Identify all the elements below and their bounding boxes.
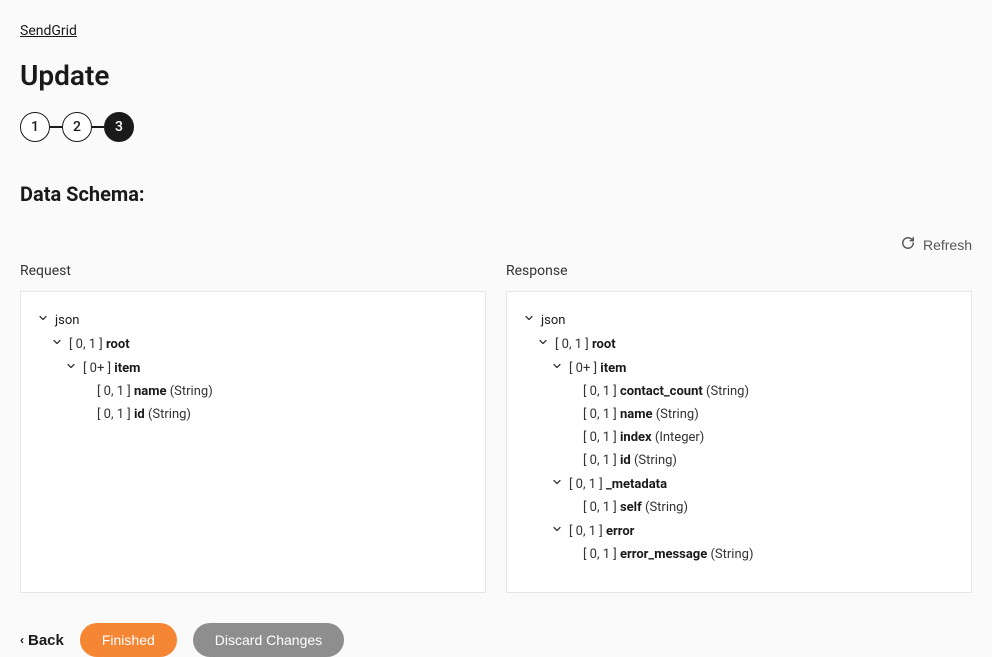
back-label: Back <box>28 632 64 649</box>
request-tree-node[interactable]: [ 0, 1 ] root <box>37 332 469 356</box>
tree-node-text: json <box>541 313 565 328</box>
field-name: index <box>620 430 652 445</box>
tree-node-text: [ 0, 1 ] error <box>569 524 634 539</box>
field-type: (String) <box>707 547 753 562</box>
tree-node-text: [ 0, 1 ] name (String) <box>97 384 213 399</box>
field-name: contact_count <box>620 384 703 399</box>
cardinality: [ 0, 1 ] <box>583 453 620 468</box>
cardinality: [ 0, 1 ] <box>583 407 620 422</box>
step-2[interactable]: 2 <box>62 112 92 142</box>
step-connector <box>50 126 62 128</box>
request-tree-node[interactable]: json <box>37 308 469 332</box>
chevron-down-icon[interactable] <box>551 523 563 539</box>
request-tree-node[interactable]: [ 0, 1 ] name (String) <box>37 380 469 403</box>
response-tree-node[interactable]: [ 0, 1 ] contact_count (String) <box>523 380 955 403</box>
chevron-left-icon: ‹ <box>20 633 24 647</box>
field-type: (String) <box>167 384 213 399</box>
step-indicator: 123 <box>20 112 972 142</box>
cardinality: [ 0, 1 ] <box>555 337 592 352</box>
cardinality: [ 0, 1 ] <box>97 384 134 399</box>
field-name: item <box>114 361 140 376</box>
response-panel: json [ 0, 1 ] root [ 0+ ] item [ 0, 1 ] con… <box>506 291 972 593</box>
cardinality: [ 0, 1 ] <box>583 430 620 445</box>
refresh-button[interactable]: Refresh <box>901 236 972 253</box>
field-name: item <box>600 361 626 376</box>
response-tree-node[interactable]: [ 0, 1 ] _metadata <box>523 472 955 496</box>
field-type: (Integer) <box>652 430 705 445</box>
step-3[interactable]: 3 <box>104 112 134 142</box>
response-tree-node[interactable]: [ 0, 1 ] id (String) <box>523 449 955 472</box>
cardinality: [ 0+ ] <box>83 361 114 376</box>
refresh-label: Refresh <box>923 237 972 253</box>
field-name: _metadata <box>606 477 667 492</box>
response-tree-node[interactable]: [ 0, 1 ] index (Integer) <box>523 426 955 449</box>
step-1[interactable]: 1 <box>20 112 50 142</box>
cardinality: [ 0, 1 ] <box>97 407 134 422</box>
tree-node-text: [ 0, 1 ] index (Integer) <box>583 430 704 445</box>
response-label: Response <box>506 263 972 279</box>
back-button[interactable]: ‹ Back <box>20 632 64 649</box>
breadcrumb-sendgrid[interactable]: SendGrid <box>20 23 77 39</box>
field-name: json <box>541 313 565 328</box>
field-name: error <box>606 524 634 539</box>
tree-node-text: [ 0, 1 ] error_message (String) <box>583 547 753 562</box>
response-tree-node[interactable]: json <box>523 308 955 332</box>
chevron-down-icon[interactable] <box>537 336 549 352</box>
response-tree-node[interactable]: [ 0, 1 ] name (String) <box>523 403 955 426</box>
field-name: name <box>134 384 167 399</box>
chevron-down-icon[interactable] <box>37 312 49 328</box>
response-tree-node[interactable]: [ 0+ ] item <box>523 356 955 380</box>
tree-node-text: [ 0, 1 ] root <box>69 337 130 352</box>
chevron-down-icon[interactable] <box>551 360 563 376</box>
response-tree-node[interactable]: [ 0, 1 ] error <box>523 519 955 543</box>
tree-node-text: [ 0, 1 ] self (String) <box>583 500 688 515</box>
field-name: root <box>592 337 616 352</box>
chevron-down-icon[interactable] <box>65 360 77 376</box>
field-name: self <box>620 500 642 515</box>
response-tree-node[interactable]: [ 0, 1 ] self (String) <box>523 496 955 519</box>
response-tree-node[interactable]: [ 0, 1 ] error_message (String) <box>523 543 955 566</box>
request-tree-node[interactable]: [ 0, 1 ] id (String) <box>37 403 469 426</box>
field-name: id <box>134 407 145 422</box>
field-name: name <box>620 407 653 422</box>
chevron-down-icon[interactable] <box>551 476 563 492</box>
field-name: id <box>620 453 631 468</box>
page-title: Update <box>20 59 972 92</box>
chevron-down-icon[interactable] <box>51 336 63 352</box>
field-type: (String) <box>631 453 677 468</box>
cardinality: [ 0, 1 ] <box>569 524 606 539</box>
tree-node-text: [ 0+ ] item <box>569 361 626 376</box>
cardinality: [ 0, 1 ] <box>583 547 620 562</box>
field-name: error_message <box>620 547 707 562</box>
cardinality: [ 0+ ] <box>569 361 600 376</box>
tree-node-text: json <box>55 313 79 328</box>
request-tree-node[interactable]: [ 0+ ] item <box>37 356 469 380</box>
response-tree-node[interactable]: [ 0, 1 ] root <box>523 332 955 356</box>
tree-node-text: [ 0, 1 ] root <box>555 337 616 352</box>
finished-button[interactable]: Finished <box>80 623 177 657</box>
cardinality: [ 0, 1 ] <box>569 477 606 492</box>
field-name: json <box>55 313 79 328</box>
discard-button[interactable]: Discard Changes <box>193 623 344 657</box>
tree-node-text: [ 0, 1 ] contact_count (String) <box>583 384 749 399</box>
section-title: Data Schema: <box>20 182 972 206</box>
step-connector <box>92 126 104 128</box>
tree-node-text: [ 0+ ] item <box>83 361 140 376</box>
refresh-icon <box>901 236 915 253</box>
field-type: (String) <box>653 407 699 422</box>
chevron-down-icon[interactable] <box>523 312 535 328</box>
field-name: root <box>106 337 130 352</box>
tree-node-text: [ 0, 1 ] id (String) <box>583 453 677 468</box>
field-type: (String) <box>145 407 191 422</box>
tree-node-text: [ 0, 1 ] id (String) <box>97 407 191 422</box>
tree-node-text: [ 0, 1 ] name (String) <box>583 407 699 422</box>
tree-node-text: [ 0, 1 ] _metadata <box>569 477 667 492</box>
field-type: (String) <box>642 500 688 515</box>
request-panel: json [ 0, 1 ] root [ 0+ ] item [ 0, 1 ] nam… <box>20 291 486 593</box>
cardinality: [ 0, 1 ] <box>583 500 620 515</box>
request-label: Request <box>20 263 486 279</box>
cardinality: [ 0, 1 ] <box>583 384 620 399</box>
field-type: (String) <box>703 384 749 399</box>
cardinality: [ 0, 1 ] <box>69 337 106 352</box>
